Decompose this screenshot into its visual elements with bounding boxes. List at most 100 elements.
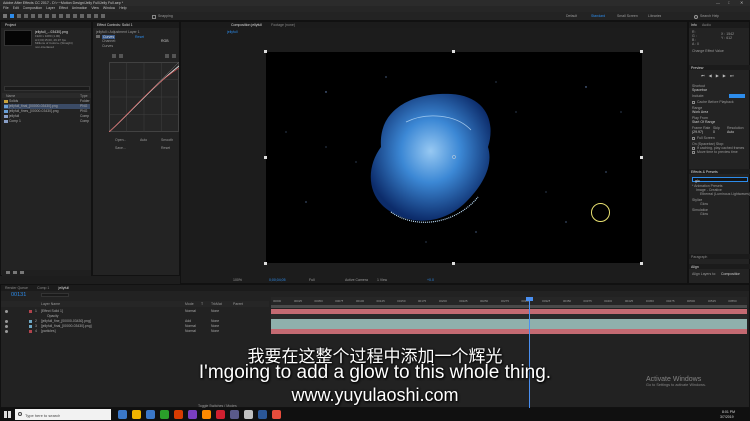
column-name[interactable]: Name <box>6 94 15 98</box>
effect-name[interactable]: Curves <box>102 34 116 39</box>
taskbar-app-icon[interactable] <box>132 410 141 419</box>
next-frame-icon[interactable]: ▶ <box>723 73 726 78</box>
exposure-offset[interactable]: +0.0 <box>427 278 434 282</box>
skip-value[interactable]: 0 <box>713 130 715 134</box>
eraser-tool-icon[interactable] <box>87 14 91 18</box>
project-search-input[interactable] <box>4 86 90 91</box>
visibility-icon[interactable] <box>5 310 8 313</box>
layer-name[interactable]: [particles] <box>41 329 56 333</box>
taskbar-app-icon[interactable] <box>160 410 169 419</box>
tab-project[interactable]: Project <box>1 23 20 27</box>
snapping-checkbox[interactable] <box>152 14 156 19</box>
workspace-default[interactable]: Default <box>566 14 577 18</box>
clock-date[interactable]: 3/7/2019 <box>720 415 734 419</box>
auto-button[interactable]: Auto <box>140 138 147 142</box>
col-layer-name[interactable]: Layer Name <box>41 302 60 306</box>
close-button[interactable]: ✕ <box>740 0 743 5</box>
selection-tool-icon[interactable] <box>10 14 14 18</box>
visibility-icon[interactable] <box>5 325 8 328</box>
time-ruler[interactable]: 00000 00025 00050 00075 00100 00125 00150 00175… <box>271 297 747 305</box>
camera-tool-icon[interactable] <box>38 14 42 18</box>
stop-opt1-checkbox[interactable] <box>692 146 695 150</box>
taskbar-app-icon[interactable] <box>258 410 267 419</box>
property-name[interactable]: Opacity <box>47 314 59 318</box>
label-color[interactable] <box>29 310 32 313</box>
visibility-icon[interactable] <box>5 320 8 323</box>
brush-tool-icon[interactable] <box>73 14 77 18</box>
transform-handle[interactable] <box>452 50 455 53</box>
taskbar-app-icon[interactable] <box>202 410 211 419</box>
column-type[interactable]: Type <box>80 94 88 98</box>
current-time[interactable]: 0;00;04;05 <box>269 278 286 282</box>
resolution-value[interactable]: Auto <box>727 130 734 134</box>
reset-link[interactable]: Reset <box>135 35 144 39</box>
tab-effect-controls[interactable]: Effect Controls: Solid 1 <box>93 23 137 27</box>
tab-align[interactable]: Align <box>689 265 701 269</box>
range-dropdown[interactable]: Work Area <box>692 110 708 114</box>
smooth-button[interactable]: Smooth <box>161 138 173 142</box>
workspace-standard[interactable]: Standard <box>591 14 605 18</box>
cache-checkbox[interactable] <box>692 100 695 104</box>
home-icon[interactable] <box>3 14 7 18</box>
layer-bar[interactable] <box>271 329 747 334</box>
type-tool-icon[interactable] <box>66 14 70 18</box>
open-button[interactable]: Open... <box>115 138 126 142</box>
align-to-dropdown[interactable]: Composition <box>721 272 740 276</box>
label-color[interactable] <box>29 325 32 328</box>
tab-effects-presets[interactable]: Effects & Presets <box>689 170 720 174</box>
playfrom-dropdown[interactable]: Start Of Range <box>692 120 715 124</box>
pan-tool-icon[interactable] <box>45 14 49 18</box>
taskbar-app-icon[interactable] <box>188 410 197 419</box>
curve-pen-icon[interactable] <box>112 54 116 58</box>
minimize-button[interactable]: — <box>716 0 720 5</box>
taskbar-app-icon[interactable] <box>272 410 281 419</box>
tab-composition[interactable]: Composition jellyfull <box>227 23 266 27</box>
label-color[interactable] <box>29 330 32 333</box>
table-row[interactable]: 4 [particles] Normal None <box>1 329 269 334</box>
curves-graph[interactable] <box>109 62 179 132</box>
transform-handle[interactable] <box>264 50 267 53</box>
resolution-dropdown[interactable]: Full <box>309 278 315 282</box>
transform-handle[interactable] <box>452 262 455 265</box>
layer-parent[interactable]: None <box>211 324 219 328</box>
stop-opt2-checkbox[interactable] <box>692 150 695 154</box>
composition-canvas[interactable] <box>266 52 642 263</box>
taskbar-search[interactable]: Type here to search <box>15 409 111 420</box>
transform-handle[interactable] <box>640 50 643 53</box>
start-icon[interactable] <box>4 411 11 418</box>
zoom-dropdown[interactable]: 100% <box>233 278 242 282</box>
curve-expand-icon[interactable] <box>172 54 176 58</box>
tab-audio[interactable]: Audio <box>700 23 713 27</box>
transform-handle[interactable] <box>640 262 643 265</box>
layer-mode[interactable]: Normal <box>185 309 196 313</box>
first-frame-icon[interactable]: ⏮ <box>701 73 705 78</box>
workspace-libraries[interactable]: Libraries <box>648 14 661 18</box>
taskbar-app-icon[interactable] <box>230 410 239 419</box>
fx-icon[interactable] <box>96 35 100 38</box>
curve-pencil-icon[interactable] <box>119 54 123 58</box>
visibility-icon[interactable] <box>5 330 8 333</box>
col-t[interactable]: T <box>201 302 203 306</box>
include-toggle[interactable] <box>729 94 745 98</box>
timecode-display[interactable]: 00131 <box>11 292 26 298</box>
workspace-small-screen[interactable]: Small Screen <box>617 14 638 18</box>
framerate-value[interactable]: (29.97) <box>692 130 703 134</box>
tab-jellyfull[interactable]: jellyfull <box>54 286 73 290</box>
simulation-glow-item[interactable]: Glow <box>700 212 708 216</box>
zoom-tool-icon[interactable] <box>24 14 28 18</box>
taskbar-app-icon[interactable] <box>118 410 127 419</box>
layer-name[interactable]: [jellyfull_fine_[00000-03430].png] <box>41 319 91 323</box>
playhead-handle[interactable] <box>526 297 533 301</box>
play-icon[interactable]: ▶ <box>716 73 719 78</box>
layer-mode[interactable]: Normal <box>185 329 196 333</box>
curve-zoom-icon[interactable] <box>165 54 169 58</box>
tab-preview[interactable]: Preview <box>689 66 705 70</box>
stylize-glow-item[interactable]: Glow <box>700 202 708 206</box>
comp-breadcrumb[interactable]: jellyfull <box>227 30 238 34</box>
work-area-bar[interactable] <box>271 305 747 308</box>
transform-handle[interactable] <box>264 262 267 265</box>
puppet-tool-icon[interactable] <box>101 14 105 18</box>
list-item[interactable]: Comp 1 Comp <box>4 119 90 124</box>
delete-icon[interactable] <box>20 271 24 274</box>
layer-parent[interactable]: None <box>211 329 219 333</box>
